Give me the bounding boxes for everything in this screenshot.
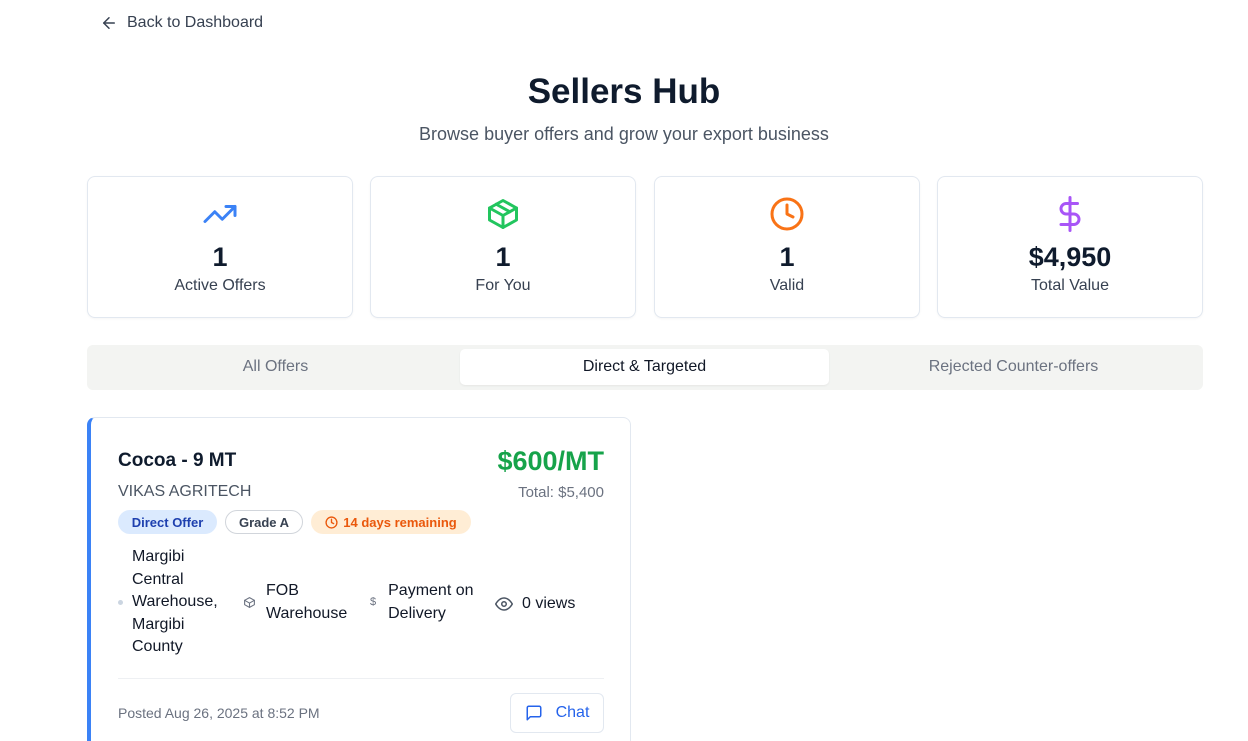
- offer-payment-terms: $ Payment on Delivery: [370, 580, 480, 625]
- views-text: 0 views: [522, 595, 576, 612]
- offer-price: $600/MT: [497, 446, 604, 476]
- chat-button-label: Chat: [555, 704, 590, 721]
- package-icon: [488, 199, 518, 229]
- days-remaining-label: 14 days remaining: [343, 514, 457, 530]
- incoterm-text: FOB Warehouse: [266, 582, 348, 622]
- offer-title: Cocoa - 9 MT: [118, 450, 237, 471]
- stat-label: For You: [475, 277, 531, 294]
- card-divider: [118, 678, 604, 679]
- location-text: Margibi Central Warehouse, Margibi Count…: [132, 548, 218, 655]
- stat-card-valid: 1 Valid: [654, 176, 920, 318]
- sellers-hub-page: Back to Dashboard Sellers Hub Browse buy…: [0, 0, 1248, 741]
- offer-card[interactable]: Cocoa - 9 MT VIKAS AGRITECH $600/MT Tota…: [87, 417, 631, 741]
- offer-incoterm: FOB Warehouse: [243, 580, 353, 625]
- direct-offer-badge: Direct Offer: [118, 510, 217, 534]
- offer-views: 0 views: [495, 593, 605, 616]
- stat-value: 1: [212, 242, 228, 272]
- dollar-icon: [1059, 196, 1081, 232]
- stat-card-for-you: 1 For You: [370, 176, 636, 318]
- offer-posted-date: Posted Aug 26, 2025 at 8:52 PM: [118, 705, 320, 721]
- stat-label: Total Value: [1031, 277, 1109, 294]
- eye-icon: [495, 597, 513, 611]
- days-remaining-badge: 14 days remaining: [311, 510, 471, 534]
- page-subtitle: Browse buyer offers and grow your export…: [419, 124, 829, 144]
- stat-label: Valid: [769, 277, 805, 294]
- stat-card-active-offers: 1 Active Offers: [87, 176, 353, 318]
- tab-direct-targeted[interactable]: Direct & Targeted: [460, 349, 829, 385]
- back-to-dashboard-link[interactable]: Back to Dashboard: [100, 14, 263, 32]
- tab-all-offers[interactable]: All Offers: [91, 349, 460, 385]
- back-link-label: Back to Dashboard: [127, 14, 264, 31]
- package-icon: [244, 597, 255, 608]
- stat-value: $4,950: [1028, 242, 1112, 272]
- arrow-left-icon: [103, 17, 115, 29]
- offer-seller: VIKAS AGRITECH: [118, 483, 252, 500]
- trending-up-icon: [203, 205, 237, 223]
- offers-tab-bar: All Offers Direct & Targeted Rejected Co…: [87, 345, 1203, 390]
- payment-text: Payment on Delivery: [388, 582, 474, 622]
- chat-button[interactable]: Chat: [510, 693, 604, 733]
- offer-total: Total: $5,400: [518, 484, 604, 501]
- dollar-icon: $: [370, 596, 377, 609]
- grade-badge: Grade A: [225, 510, 303, 534]
- map-pin-icon: [118, 599, 123, 605]
- page-title: Sellers Hub: [527, 72, 721, 111]
- message-square-icon: [526, 705, 542, 721]
- tab-rejected-counter-offers[interactable]: Rejected Counter-offers: [829, 349, 1198, 385]
- clock-icon: [325, 515, 338, 529]
- stat-value: 1: [779, 242, 795, 272]
- stat-label: Active Offers: [174, 277, 266, 294]
- stat-card-total-value: $4,950 Total Value: [937, 176, 1203, 318]
- offer-location: Margibi Central Warehouse, Margibi Count…: [118, 546, 228, 659]
- clock-icon: [770, 197, 804, 231]
- stat-value: 1: [495, 242, 511, 272]
